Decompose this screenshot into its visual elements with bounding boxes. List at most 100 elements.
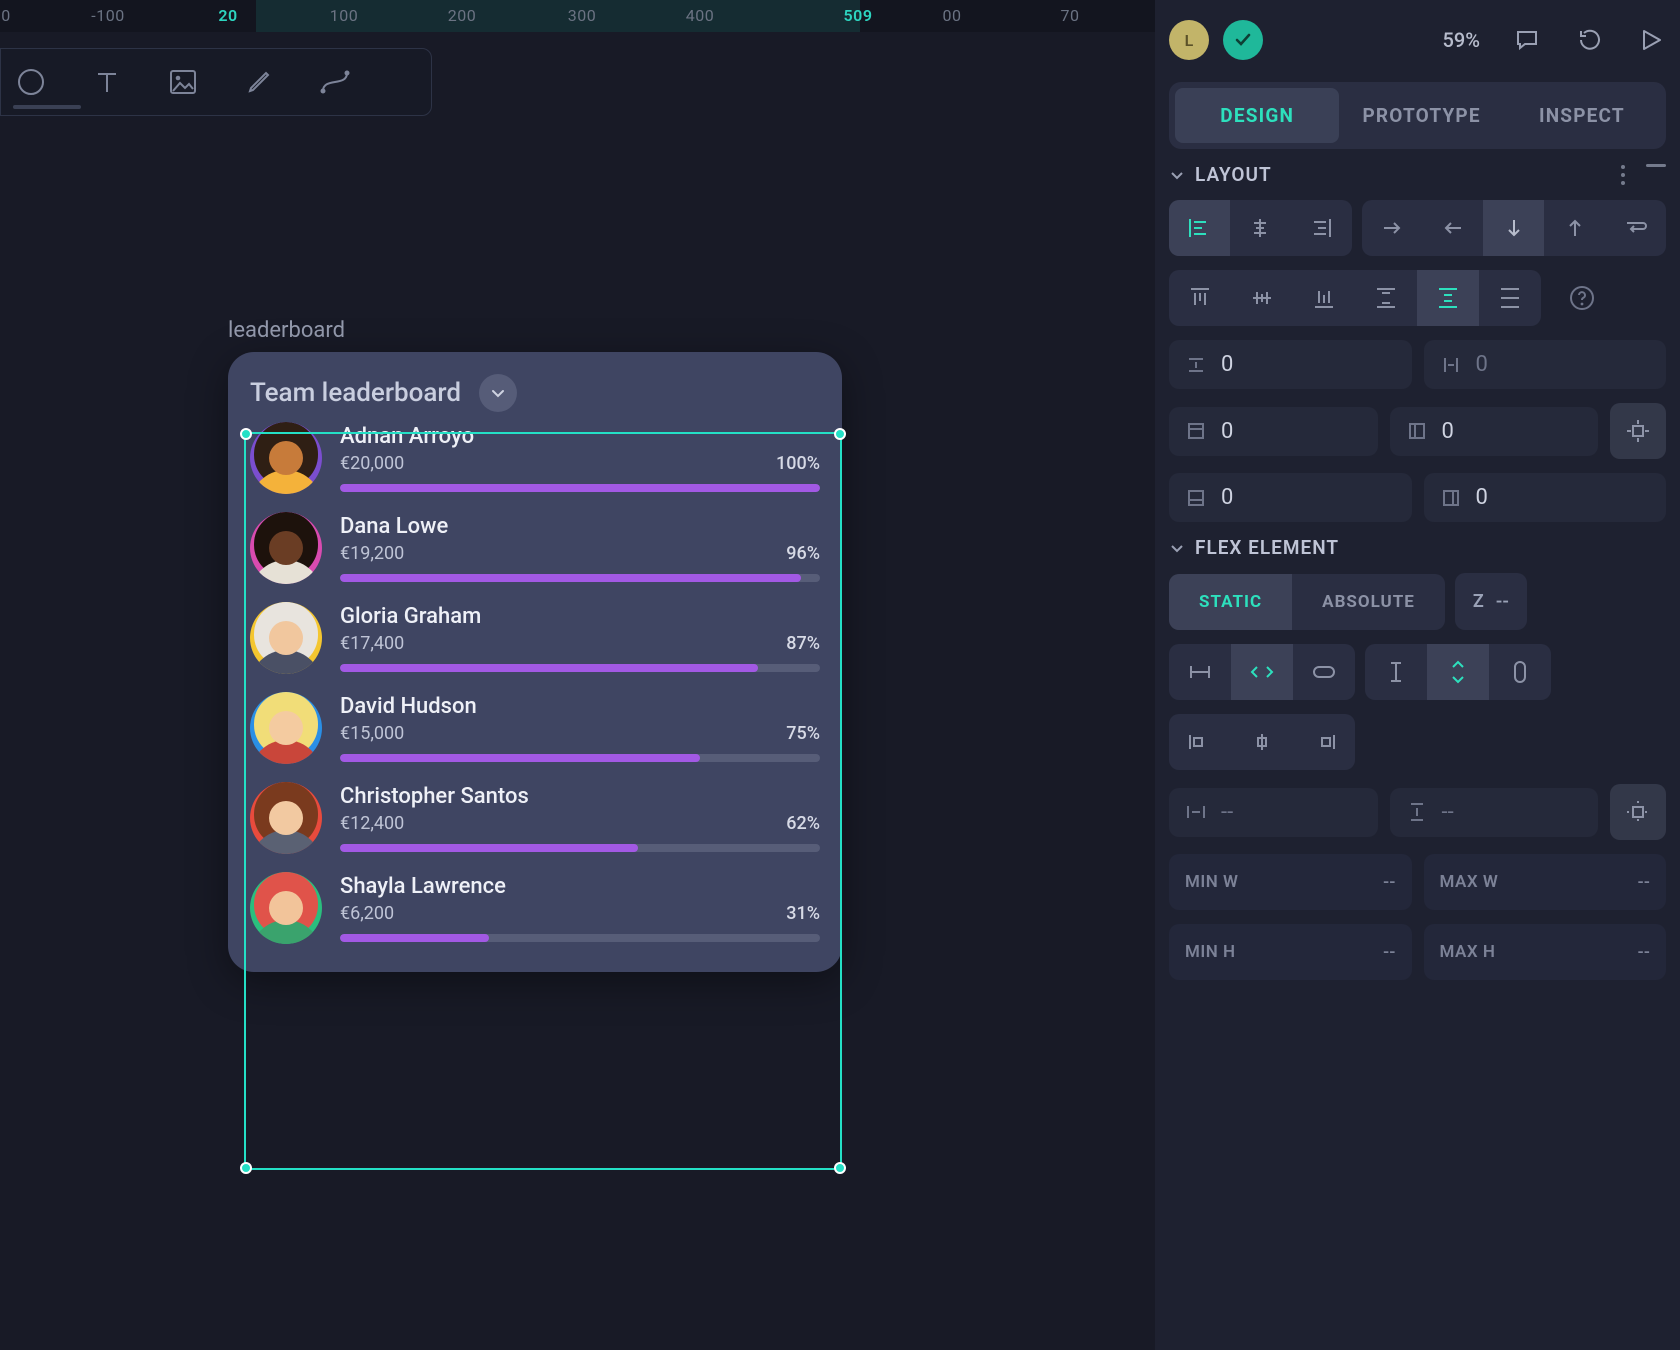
row-gap-field[interactable]: 0 — [1169, 340, 1412, 389]
selection-box[interactable] — [244, 432, 842, 1170]
height-fix-icon[interactable] — [1365, 644, 1427, 700]
width-fix-icon[interactable] — [1169, 644, 1231, 700]
comments-icon[interactable] — [1512, 25, 1542, 55]
tab-prototype[interactable]: PROTOTYPE — [1339, 88, 1503, 143]
margin-v-icon — [1406, 801, 1428, 823]
curve-tool[interactable] — [317, 64, 353, 100]
selection-handle-se[interactable] — [834, 1162, 846, 1174]
min-w-value: -- — [1383, 872, 1395, 892]
pad-v-value: 0 — [1221, 419, 1233, 444]
pad-v-field[interactable]: 0 — [1169, 407, 1378, 456]
max-h-field[interactable]: MAX H-- — [1424, 924, 1667, 980]
toolbar-scrollbar[interactable] — [13, 105, 81, 109]
chevron-down-icon[interactable] — [1169, 540, 1185, 556]
width-sizing-group — [1169, 644, 1355, 700]
circle-tool[interactable] — [13, 64, 49, 100]
ruler-tick: 509 — [844, 6, 873, 25]
shape-toolbar — [0, 48, 432, 116]
arrow-right-icon[interactable] — [1362, 200, 1423, 256]
align-middle-icon[interactable] — [1231, 270, 1293, 326]
self-center-icon[interactable] — [1231, 714, 1293, 770]
height-hug-icon[interactable] — [1489, 644, 1551, 700]
image-tool[interactable] — [165, 64, 201, 100]
chevron-down-icon[interactable] — [1169, 167, 1185, 183]
wrap-icon[interactable] — [1605, 200, 1666, 256]
pad-individual-icon[interactable] — [1610, 403, 1666, 459]
margin-v-value: -- — [1442, 800, 1454, 825]
width-fill-icon[interactable] — [1231, 644, 1293, 700]
pad-b-icon — [1185, 488, 1207, 508]
mode-static[interactable]: STATIC — [1169, 574, 1292, 630]
leaderboard-dropdown[interactable] — [479, 374, 517, 412]
self-end-icon[interactable] — [1293, 714, 1355, 770]
mode-absolute[interactable]: ABSOLUTE — [1292, 574, 1445, 630]
margin-h-value: -- — [1221, 800, 1233, 825]
z-value: -- — [1496, 591, 1509, 612]
pencil-tool[interactable] — [241, 64, 277, 100]
min-h-field[interactable]: MIN H-- — [1169, 924, 1412, 980]
arrow-down-icon[interactable] — [1483, 200, 1544, 256]
tab-design[interactable]: DESIGN — [1175, 88, 1339, 143]
z-index-field[interactable]: Z -- — [1455, 573, 1527, 630]
more-icon[interactable] — [1620, 164, 1626, 186]
height-fill-icon[interactable] — [1427, 644, 1489, 700]
selection-handle-ne[interactable] — [834, 428, 846, 440]
align-right-icon[interactable] — [1291, 200, 1352, 256]
min-w-field[interactable]: MIN W -- — [1169, 854, 1412, 910]
align-bottom-icon[interactable] — [1293, 270, 1355, 326]
min-w-label: MIN W — [1185, 872, 1238, 892]
selection-handle-nw[interactable] — [240, 428, 252, 440]
pad-v-icon — [1185, 421, 1207, 441]
arrow-up-icon[interactable] — [1544, 200, 1605, 256]
margin-individual-icon[interactable] — [1610, 784, 1666, 840]
col-gap-field[interactable]: 0 — [1424, 340, 1667, 389]
pad-h-value: 0 — [1442, 419, 1454, 444]
height-sizing-group — [1365, 644, 1551, 700]
arrow-left-icon[interactable] — [1423, 200, 1484, 256]
self-align-group — [1169, 714, 1355, 770]
max-h-label: MAX H — [1440, 942, 1496, 962]
pad-b-field[interactable]: 0 — [1169, 473, 1412, 522]
space-evenly-icon[interactable] — [1479, 270, 1541, 326]
canvas[interactable]: 0-100201002003004005090070 leaderboard — [0, 0, 1155, 1350]
ruler-tick: 00 — [943, 6, 962, 25]
align-left-icon[interactable] — [1169, 200, 1230, 256]
margin-h-icon — [1185, 803, 1207, 821]
ruler-tick: 20 — [218, 6, 237, 25]
align-center-icon[interactable] — [1230, 200, 1291, 256]
presence-status[interactable] — [1223, 20, 1263, 60]
row-gap-icon — [1185, 355, 1207, 375]
self-start-icon[interactable] — [1169, 714, 1231, 770]
pad-h-field[interactable]: 0 — [1390, 407, 1599, 456]
space-around-icon[interactable] — [1417, 270, 1479, 326]
zoom-level[interactable]: 59% — [1443, 28, 1480, 52]
pad-l-field[interactable]: 0 — [1424, 473, 1667, 522]
layout-section-title: LAYOUT — [1195, 163, 1272, 186]
ruler-tick: 70 — [1061, 6, 1080, 25]
selection-handle-sw[interactable] — [240, 1162, 252, 1174]
min-h-value: -- — [1383, 942, 1395, 962]
position-mode-group: STATIC ABSOLUTE — [1169, 574, 1445, 630]
help-icon[interactable] — [1551, 270, 1613, 326]
history-icon[interactable] — [1574, 25, 1604, 55]
space-between-icon[interactable] — [1355, 270, 1417, 326]
margin-v-field[interactable]: -- — [1390, 788, 1599, 837]
align-top-icon[interactable] — [1169, 270, 1231, 326]
presence-avatar[interactable]: L — [1169, 20, 1209, 60]
direction-group — [1362, 200, 1666, 256]
pad-l-icon — [1440, 488, 1462, 508]
text-tool[interactable] — [89, 64, 125, 100]
panel-topbar: L 59% — [1169, 12, 1666, 68]
width-hug-icon[interactable] — [1293, 644, 1355, 700]
play-icon[interactable] — [1636, 25, 1666, 55]
tab-inspect[interactable]: INSPECT — [1504, 88, 1660, 143]
panel-tabs: DESIGN PROTOTYPE INSPECT — [1169, 82, 1666, 149]
flex-section-title: FLEX ELEMENT — [1195, 536, 1339, 559]
ruler-tick: 0 — [1, 6, 11, 25]
frame-label[interactable]: leaderboard — [228, 318, 345, 343]
margin-h-field[interactable]: -- — [1169, 788, 1378, 837]
remove-icon[interactable] — [1646, 164, 1666, 186]
max-w-field[interactable]: MAX W-- — [1424, 854, 1667, 910]
ruler-tick: 200 — [448, 6, 476, 25]
row-gap-value: 0 — [1221, 352, 1233, 377]
